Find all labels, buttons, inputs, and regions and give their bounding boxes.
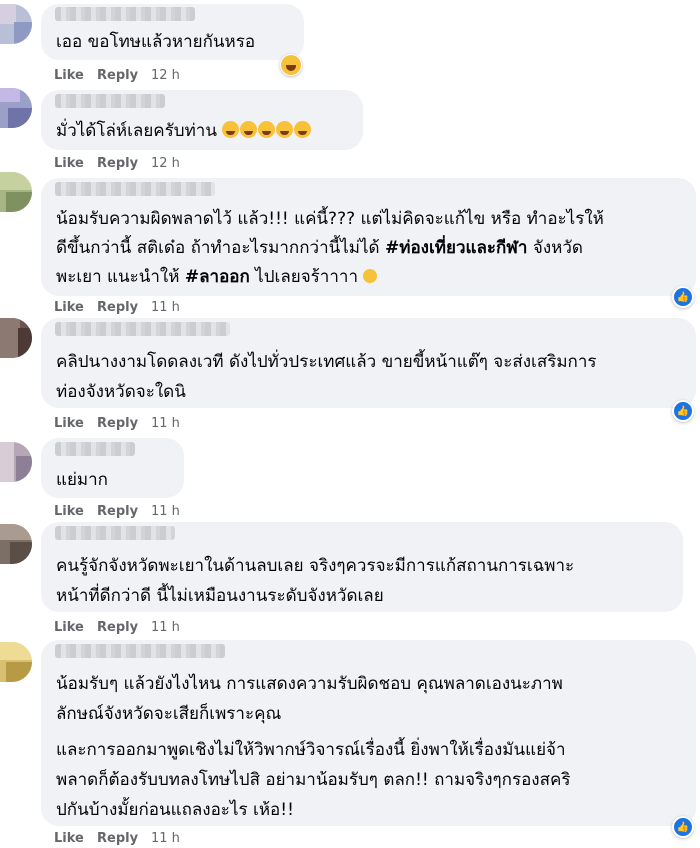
comment-7: น้อมรับๆ แล้วยังไงไหน การแสดงความรับผิดช… [0, 638, 700, 848]
comment-bubble: แย่มาก [41, 438, 184, 498]
haha-icon [281, 55, 301, 75]
reply-button[interactable]: Reply [97, 68, 138, 83]
reply-button[interactable]: Reply [97, 156, 138, 171]
comment-4: คลิปนางงามโดดลงเวที ดังไปทั่วประเทศแล้ว … [0, 316, 700, 436]
timestamp[interactable]: 11 h [151, 416, 180, 431]
comment-bubble: น้อมรับๆ แล้วยังไงไหน การแสดงความรับผิดช… [41, 640, 696, 826]
comment-bubble: คนรู้จักจังหวัดพะเยาในด้านลบเลย จริงๆควร… [41, 522, 683, 612]
commenter-name[interactable] [55, 94, 165, 108]
comment-2: มั่วได้โล่ห์เลยครับท่าน Like Reply 12 h [0, 86, 700, 176]
timestamp[interactable]: 11 h [151, 620, 180, 635]
avatar[interactable] [0, 442, 32, 482]
reaction-badge[interactable]: 👍 [672, 400, 694, 422]
comment-text: แย่มาก [56, 470, 108, 490]
reaction-badge[interactable] [280, 54, 302, 76]
comment-text-line-2: ลักษณ์จังหวัดจะเสียก็เพราะคุณ [56, 704, 282, 724]
comment-text-line-1: น้อมรับๆ แล้วยังไงไหน การแสดงความรับผิดช… [56, 674, 563, 694]
commenter-name[interactable] [55, 7, 195, 21]
timestamp[interactable]: 11 h [151, 300, 180, 315]
commenter-name[interactable] [55, 526, 175, 540]
comment-6: คนรู้จักจังหวัดพะเยาในด้านลบเลย จริงๆควร… [0, 520, 700, 638]
timestamp[interactable]: 11 h [151, 504, 180, 519]
hashtag-link[interactable]: #ลาออก [185, 267, 250, 287]
comment-3: น้อมรับความผิดพลาดไว้ แล้ว!!! แค่นี้??? … [0, 172, 700, 316]
reply-button[interactable]: Reply [97, 831, 138, 846]
comment-5: แย่มาก Like Reply 11 h [0, 436, 700, 520]
reaction-badge[interactable]: 👍 [672, 286, 694, 308]
avatar[interactable] [0, 524, 32, 564]
comment-text: เออ ขอโทษแล้วหายกันหรอ [56, 32, 256, 52]
reply-button[interactable]: Reply [97, 300, 138, 315]
like-button[interactable]: Like [54, 300, 84, 315]
like-button[interactable]: Like [54, 620, 84, 635]
timestamp[interactable]: 11 h [151, 831, 180, 846]
comment-text-line-1: คลิปนางงามโดดลงเวที ดังไปทั่วประเทศแล้ว … [56, 352, 597, 372]
comment-bubble: มั่วได้โล่ห์เลยครับท่าน [41, 90, 363, 150]
comment-text-line-1: น้อมรับความผิดพลาดไว้ แล้ว!!! แค่นี้??? … [56, 209, 604, 229]
avatar[interactable] [0, 318, 32, 358]
comment-text-line-2: ท่องจังหวัดจะใดนิ [56, 382, 186, 402]
reply-button[interactable]: Reply [97, 620, 138, 635]
like-button[interactable]: Like [54, 831, 84, 846]
avatar[interactable] [0, 172, 32, 212]
reply-button[interactable]: Reply [97, 416, 138, 431]
comment-text-line-2: หน้าที่ดีกว่าดี นี้ไม่เหมือนงานระดับจังห… [56, 586, 384, 606]
comment-text-line-3: พะเยา แนะนำให้ #ลาออก ไปเลยจร้าาาา [56, 263, 378, 292]
sad-emoji [363, 269, 378, 283]
comment-text-line-2: ดีขึ้นกว่านี้ สติเด๋อ ถ้าทำอะไรมากกว่านี… [56, 238, 583, 258]
timestamp[interactable]: 12 h [151, 68, 180, 83]
comment-text-line-5: ปกันบ้างมั้ยก่อนแถลงอะไร เห้อ!! [56, 800, 294, 820]
comment-bubble: คลิปนางงามโดดลงเวที ดังไปทั่วประเทศแล้ว … [41, 318, 696, 408]
reaction-badge[interactable]: 👍 [672, 816, 694, 838]
like-button[interactable]: Like [54, 68, 84, 83]
rofl-emoji-row [222, 121, 312, 141]
avatar[interactable] [0, 642, 32, 682]
like-button[interactable]: Like [54, 504, 84, 519]
comment-bubble: เออ ขอโทษแล้วหายกันหรอ [41, 4, 304, 60]
commenter-name[interactable] [55, 182, 215, 196]
commenter-name[interactable] [55, 442, 135, 456]
like-button[interactable]: Like [54, 156, 84, 171]
avatar[interactable] [0, 88, 32, 128]
hashtag-link[interactable]: #ท่องเที่ยวและกีฬา [385, 238, 527, 258]
comment-1: เออ ขอโทษแล้วหายกันหรอ Like Reply 12 h [0, 0, 700, 86]
comment-bubble: น้อมรับความผิดพลาดไว้ แล้ว!!! แค่นี้??? … [41, 178, 696, 296]
like-icon: 👍 [674, 402, 692, 420]
avatar[interactable] [0, 4, 32, 44]
commenter-name[interactable] [55, 644, 225, 658]
like-button[interactable]: Like [54, 416, 84, 431]
comment-text-line-1: คนรู้จักจังหวัดพะเยาในด้านลบเลย จริงๆควร… [56, 556, 575, 576]
like-icon: 👍 [674, 288, 692, 306]
comment-text-line-4: พลาดก็ต้องรับบทลงโทษไปสิ อย่ามาน้อมรับๆ … [56, 770, 571, 790]
commenter-name[interactable] [55, 322, 230, 336]
timestamp[interactable]: 12 h [151, 156, 180, 171]
comment-text-line-3: และการออกมาพูดเชิงไม่ให้วิพากษ์วิจารณ์เร… [56, 740, 566, 760]
reply-button[interactable]: Reply [97, 504, 138, 519]
comment-text: มั่วได้โล่ห์เลยครับท่าน [56, 117, 312, 146]
like-icon: 👍 [674, 818, 692, 836]
